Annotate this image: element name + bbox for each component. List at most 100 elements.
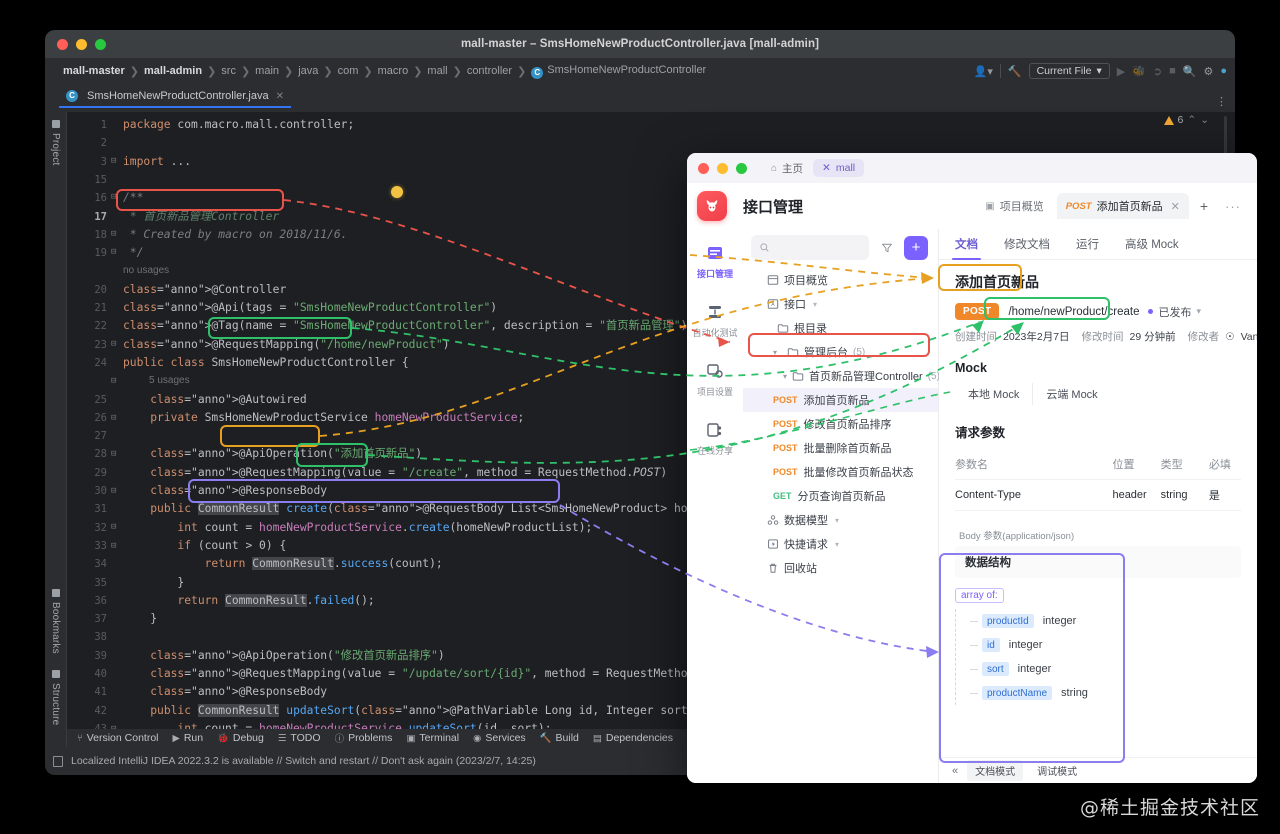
code-fold-marker[interactable]: ⊟ xyxy=(111,335,116,353)
close-button[interactable] xyxy=(698,162,709,174)
code-fold-marker[interactable]: ⊟ xyxy=(111,225,116,243)
code-fold-marker[interactable]: ⊟ xyxy=(111,518,116,536)
breadcrumb-item-4[interactable]: java xyxy=(294,65,322,77)
code-fold-marker[interactable]: ⊟ xyxy=(111,409,116,427)
inspection-warning-indicator[interactable]: 6 ⌃ ⌄ xyxy=(1163,114,1209,126)
tree-api-item[interactable]: POST 添加首页新品 xyxy=(743,388,938,412)
chevron-down-icon[interactable]: ▾ xyxy=(813,300,817,309)
api-traffic-lights[interactable] xyxy=(698,162,747,174)
api-url[interactable]: /home/newProduct/create xyxy=(1008,306,1139,318)
chevron-down-icon[interactable]: ▾ xyxy=(783,372,787,381)
maximize-button[interactable] xyxy=(736,162,747,174)
tab-local-mock[interactable]: 本地 Mock xyxy=(955,383,1034,405)
breadcrumb-item-0[interactable]: mall-master xyxy=(59,65,129,77)
sidebar-item-structure[interactable]: Structure xyxy=(50,662,61,733)
tool-window-todo[interactable]: ☰ TODO xyxy=(278,732,321,744)
debug-icon[interactable]: 🐝 xyxy=(1132,65,1146,78)
collapse-panel-button[interactable]: « xyxy=(949,765,961,777)
run-configuration-selector[interactable]: Current File ▾ xyxy=(1028,63,1110,79)
intention-bulb-icon[interactable] xyxy=(391,186,403,198)
tree-api-item[interactable]: POST 批量删除首页新品 xyxy=(743,436,938,460)
detail-tab-1[interactable]: 修改文档 xyxy=(1004,236,1050,259)
run-with-coverage-icon[interactable]: ➲ xyxy=(1153,65,1162,78)
prev-problem-icon[interactable]: ⌃ xyxy=(1187,114,1196,126)
tree-node-根目录[interactable]: 根目录 xyxy=(743,316,938,340)
tree-api-item[interactable]: POST 修改首页新品排序 xyxy=(743,412,938,436)
tool-window-version-control[interactable]: ⑂ Version Control xyxy=(77,732,159,744)
tab-add-home-new-product[interactable]: POST 添加首页新品 ✕ xyxy=(1056,193,1189,219)
stop-icon[interactable]: ■ xyxy=(1169,65,1176,77)
rail-item-project-settings[interactable]: 项目设置 xyxy=(687,361,743,398)
body-field-row: sort integer xyxy=(970,657,1241,681)
mode-doc-button[interactable]: 文档模式 xyxy=(967,760,1024,781)
tool-window-terminal[interactable]: ▣ Terminal xyxy=(406,732,459,744)
code-fold-marker[interactable]: ⊟ xyxy=(111,243,116,261)
close-icon[interactable]: ✕ xyxy=(276,91,284,102)
tree-api-item[interactable]: GET 分页查询首页新品 xyxy=(743,484,938,508)
tool-window-run[interactable]: ▶ Run xyxy=(173,732,204,744)
breadcrumb-item-1[interactable]: mall-admin xyxy=(140,65,206,77)
tree-node-回收站[interactable]: 回收站 xyxy=(743,556,938,580)
detail-tab-0[interactable]: 文档 xyxy=(952,236,981,260)
run-icon[interactable]: ▶ xyxy=(1117,65,1125,78)
tool-window-dependencies[interactable]: ▤ Dependencies xyxy=(593,732,673,744)
window-tab-mall[interactable]: ✕ mall xyxy=(813,159,865,177)
close-icon[interactable]: ✕ xyxy=(822,162,831,174)
tree-node-数据模型[interactable]: 数据模型 ▾ xyxy=(743,508,938,532)
search-input[interactable] xyxy=(751,235,869,260)
rail-item-automation-test[interactable]: 自动化测试 xyxy=(687,302,743,339)
tree-node-首页新品管理Controller[interactable]: ▾ 首页新品管理Controller (5) xyxy=(743,364,940,388)
hammer-build-icon[interactable]: 🔨 xyxy=(1008,65,1022,78)
detail-tab-2[interactable]: 运行 xyxy=(1076,236,1099,259)
window-tab-home[interactable]: ⌂ 主页 xyxy=(771,161,803,176)
breadcrumb-item-5[interactable]: com xyxy=(334,65,363,77)
tab-project-overview[interactable]: ▣ 项目概览 xyxy=(976,193,1052,219)
tree-node-接口[interactable]: A 接口 ▾ xyxy=(743,292,938,316)
chevron-down-icon[interactable]: ▾ xyxy=(835,516,839,525)
sidebar-item-bookmarks[interactable]: Bookmarks xyxy=(50,581,61,662)
breadcrumb-item-2[interactable]: src xyxy=(217,65,240,77)
close-icon[interactable]: ✕ xyxy=(1171,200,1180,213)
tree-node-管理后台[interactable]: ▾ 管理后台 (5) xyxy=(743,340,938,364)
tool-window-build[interactable]: 🔨 Build xyxy=(540,732,579,744)
mode-debug-button[interactable]: 调试模式 xyxy=(1029,760,1086,781)
code-fold-marker[interactable]: ⊟ xyxy=(111,372,116,390)
filter-button[interactable] xyxy=(875,236,898,259)
tool-window-debug[interactable]: 🐞 Debug xyxy=(217,732,264,744)
tree-api-item[interactable]: POST 批量修改首页新品状态 xyxy=(743,460,938,484)
breadcrumb-item-7[interactable]: mall xyxy=(423,65,451,77)
new-tab-button[interactable]: + xyxy=(1193,198,1215,214)
tree-node-快捷请求[interactable]: 快捷请求 ▾ xyxy=(743,532,938,556)
breadcrumb-item-6[interactable]: macro xyxy=(374,65,413,77)
code-fold-marker[interactable]: ⊟ xyxy=(111,152,116,170)
more-options-icon[interactable]: ⋮ xyxy=(1216,95,1227,108)
chevron-down-icon[interactable]: ▾ xyxy=(773,348,781,357)
detail-tab-3[interactable]: 高级 Mock xyxy=(1125,236,1179,259)
rail-item-online-share[interactable]: 在线分享 xyxy=(687,420,743,457)
chevron-down-icon[interactable]: ▾ xyxy=(835,540,839,549)
breadcrumb-item-8[interactable]: controller xyxy=(463,65,516,77)
code-fold-marker[interactable]: ⊟ xyxy=(111,720,116,729)
breadcrumb-item-9[interactable]: C SmsHomeNewProductController xyxy=(527,64,710,79)
user-avatar-icon[interactable]: 👤▾ xyxy=(974,65,993,78)
minimize-button[interactable] xyxy=(717,162,728,174)
search-icon[interactable]: 🔍 xyxy=(1183,65,1197,78)
rail-item-api-manage[interactable]: 接口管理 xyxy=(687,243,743,280)
editor-tab-file[interactable]: C SmsHomeNewProductController.java ✕ xyxy=(59,86,291,108)
more-tabs-button[interactable]: ··· xyxy=(1219,199,1247,214)
code-fold-marker[interactable]: ⊟ xyxy=(111,188,116,206)
gear-icon[interactable]: ⚙ xyxy=(1203,65,1213,78)
code-fold-marker[interactable]: ⊟ xyxy=(111,482,116,500)
tool-window-problems[interactable]: ⓘ Problems xyxy=(335,731,393,745)
breadcrumb-item-3[interactable]: main xyxy=(251,65,283,77)
tab-cloud-mock[interactable]: 云端 Mock xyxy=(1033,383,1110,405)
code-fold-marker[interactable]: ⊟ xyxy=(111,537,116,555)
status-widget-icon[interactable] xyxy=(53,755,63,767)
code-fold-marker[interactable]: ⊟ xyxy=(111,445,116,463)
add-api-button[interactable]: + xyxy=(904,235,928,260)
next-problem-icon[interactable]: ⌄ xyxy=(1200,114,1209,126)
sidebar-item-project[interactable]: Project xyxy=(50,112,61,174)
status-badge[interactable]: 已发布 ▾ xyxy=(1148,304,1201,320)
tree-node-项目概览[interactable]: 项目概览 xyxy=(743,268,938,292)
tool-window-services[interactable]: ◉ Services xyxy=(473,732,526,744)
